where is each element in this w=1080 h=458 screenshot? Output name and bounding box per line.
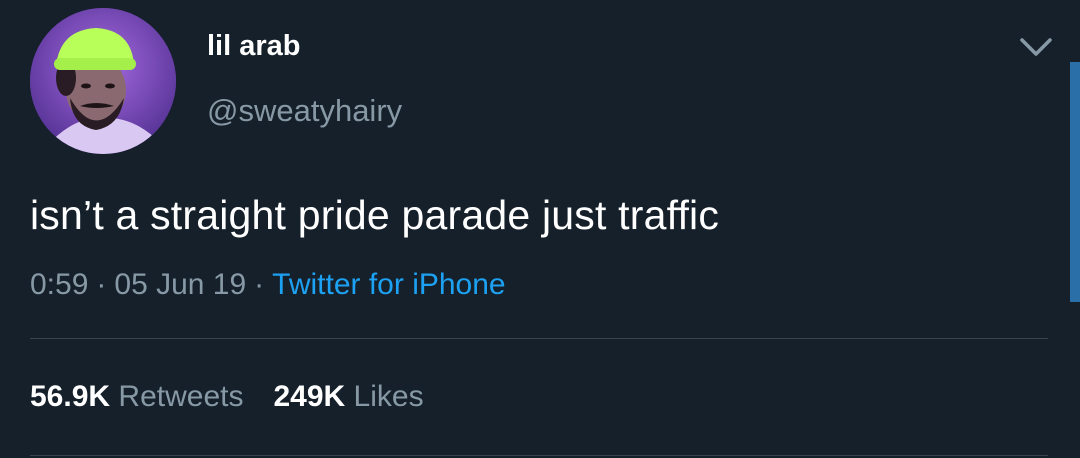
meta-separator: · (254, 268, 265, 301)
tweet-meta: 0:59 · 05 Jun 19 · Twitter for iPhone (30, 268, 506, 302)
user-handle[interactable]: @sweatyhairy (207, 93, 402, 129)
tweet-text: isn’t a straight pride parade just traff… (30, 192, 720, 238)
tweet-date: 05 Jun 19 (114, 268, 247, 301)
likes-stat[interactable]: 249K Likes (273, 380, 423, 413)
chevron-down-icon[interactable] (1016, 32, 1056, 62)
divider (30, 338, 1048, 339)
retweets-count: 56.9K (30, 380, 111, 413)
likes-label: Likes (353, 380, 424, 413)
scrollbar[interactable] (1070, 62, 1080, 302)
tweet-detail: lil arab @sweatyhairy isn’t a straight p… (0, 0, 1080, 458)
likes-count: 249K (273, 380, 346, 413)
tweet-time: 0:59 (30, 268, 89, 301)
retweets-stat[interactable]: 56.9K Retweets (30, 380, 243, 413)
tweet-source-link[interactable]: Twitter for iPhone (272, 268, 505, 301)
meta-separator: · (96, 268, 107, 301)
display-name[interactable]: lil arab (207, 30, 301, 63)
divider (30, 455, 1048, 456)
tweet-stats: 56.9K Retweets 249K Likes (30, 380, 424, 414)
avatar[interactable] (30, 8, 176, 154)
retweets-label: Retweets (118, 380, 244, 413)
